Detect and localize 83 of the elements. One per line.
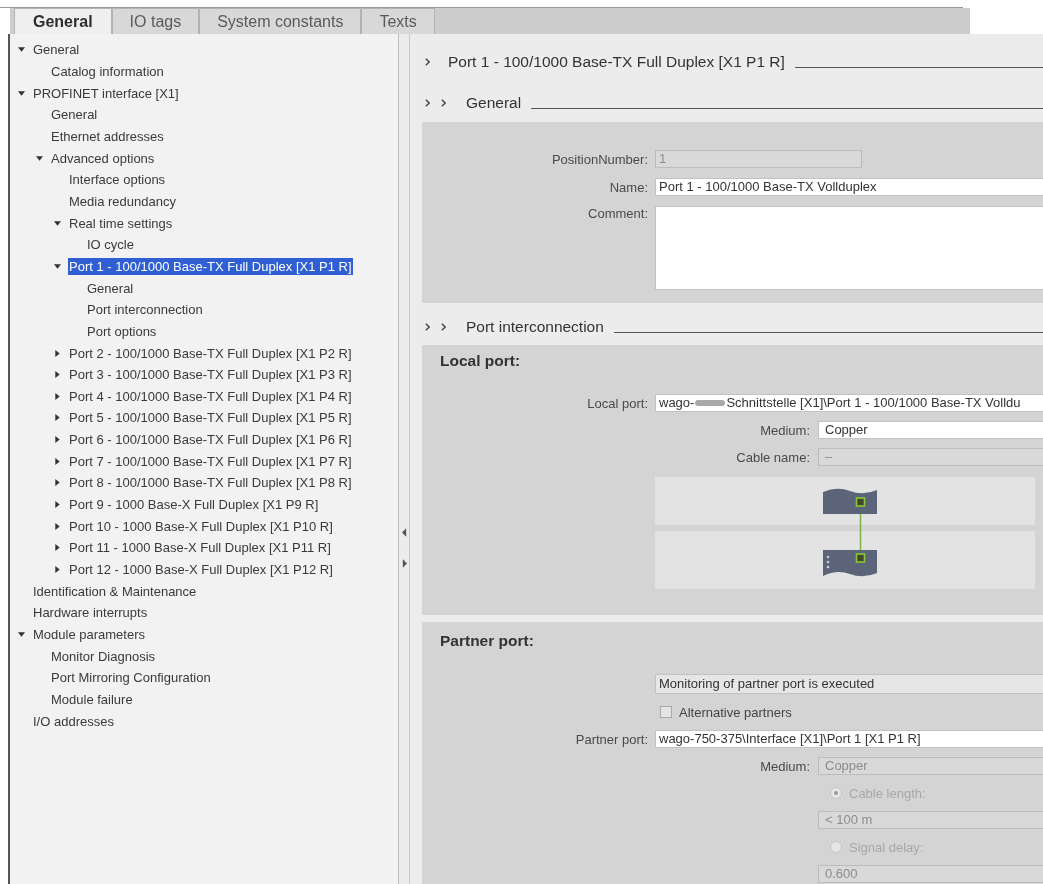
tree-item[interactable]: Monitor Diagnosis	[50, 647, 157, 665]
properties-tab[interactable]: Texts	[361, 8, 435, 34]
properties-tab[interactable]: General	[14, 8, 112, 34]
caret-down-icon[interactable]	[18, 631, 25, 639]
tree-item[interactable]: Real time settings	[68, 214, 174, 232]
text-field[interactable]: wago- Schnittstelle [X1]\Port 1 - 100/1000 Base-TX Volldu	[655, 394, 1043, 412]
tree-item[interactable]: Port 4 - 100/1000 Base-TX Full Duplex [X1 P4 R]	[68, 387, 353, 405]
chevron-right-icon[interactable]	[441, 323, 446, 331]
text-field[interactable]: Copper	[818, 421, 1043, 439]
caret-right-icon[interactable]	[54, 501, 61, 509]
dropdown-field[interactable]: Monitoring of partner port is executed	[655, 674, 1043, 694]
checkbox[interactable]	[660, 706, 672, 718]
tree-item[interactable]: Advanced options	[50, 149, 156, 167]
tree-item[interactable]: Port 9 - 1000 Base-X Full Duplex [X1 P9 R]	[68, 496, 320, 514]
field-label: Medium:	[760, 758, 810, 774]
caret-right-icon[interactable]	[54, 457, 61, 465]
properties-tab[interactable]: System constants	[199, 8, 362, 34]
properties-tab[interactable]: IO tags	[111, 8, 200, 34]
tree-item[interactable]: IO cycle	[86, 236, 135, 254]
caret-right-icon[interactable]	[54, 479, 61, 487]
group-title: Partner port:	[439, 632, 535, 650]
field-label: Partner port:	[575, 731, 648, 747]
tree-item[interactable]: Port Mirroring Configuration	[50, 669, 212, 687]
caret-right-icon[interactable]	[54, 414, 61, 422]
caret-down-icon[interactable]	[18, 46, 25, 54]
caret-down-icon[interactable]	[36, 154, 43, 162]
tree-item[interactable]: Port 3 - 100/1000 Base-TX Full Duplex [X1 P3 R]	[68, 366, 353, 384]
chevron-right-icon[interactable]	[425, 58, 430, 66]
field-label: Medium:	[760, 422, 810, 438]
chevron-right-icon[interactable]	[425, 99, 430, 107]
tree-item[interactable]: Identification & Maintenance	[32, 582, 198, 600]
chevron-right-icon[interactable]	[425, 323, 430, 331]
text-field[interactable]: wago-750-375\Interface [X1]\Port 1 [X1 P1 R]	[655, 730, 1043, 748]
tree-item[interactable]: General	[50, 106, 99, 124]
tree-item[interactable]: Hardware interrupts	[32, 604, 149, 622]
tree-item[interactable]: General	[86, 279, 135, 297]
tree-item[interactable]: Port 12 - 1000 Base-X Full Duplex [X1 P12 R]	[68, 561, 334, 579]
device-icon[interactable]	[823, 488, 877, 514]
device-icon[interactable]	[823, 550, 877, 577]
caret-right-icon[interactable]	[54, 392, 61, 400]
caret-right-icon[interactable]	[54, 371, 61, 379]
tree-item[interactable]: Port 2 - 100/1000 Base-TX Full Duplex [X1 P2 R]	[68, 344, 353, 362]
caret-down-icon[interactable]	[18, 89, 25, 97]
tree-item[interactable]: Catalog information	[50, 63, 165, 80]
expand-right-icon[interactable]	[401, 559, 407, 568]
tree-item[interactable]: General	[32, 41, 81, 59]
tree-item[interactable]: Media redundancy	[68, 192, 177, 210]
section-title: Port 1 - 100/1000 Base-TX Full Duplex [X1 P1 R]	[448, 53, 785, 71]
collapse-left-icon[interactable]	[401, 528, 407, 537]
connection-line	[859, 513, 862, 551]
field-label: Name:	[609, 179, 648, 195]
section-title: General	[466, 94, 522, 112]
field-label: PositionNumber:	[551, 151, 648, 167]
tree-item[interactable]: Port 5 - 100/1000 Base-TX Full Duplex [X1 P5 R]	[68, 409, 353, 427]
tree-item[interactable]: Ethernet addresses	[50, 127, 165, 145]
tree-item[interactable]: Port 11 - 1000 Base-X Full Duplex [X1 P11 R]	[68, 539, 332, 557]
group-title: Local port:	[439, 352, 522, 370]
tree-item[interactable]: Module parameters	[32, 626, 146, 644]
tree-item[interactable]: Interface options	[68, 171, 167, 189]
caret-right-icon[interactable]	[54, 566, 61, 574]
field-label: Local port:	[587, 395, 648, 411]
caret-right-icon[interactable]	[54, 544, 61, 552]
tree-item[interactable]: Port 6 - 100/1000 Base-TX Full Duplex [X1 P6 R]	[68, 431, 353, 449]
section-title: Port interconnection	[466, 318, 604, 336]
caret-right-icon[interactable]	[54, 436, 61, 444]
tree-item[interactable]: Port 1 - 100/1000 Base-TX Full Duplex [X1 P1 R]	[68, 257, 353, 275]
tree-item[interactable]: PROFINET interface [X1]	[32, 84, 180, 102]
tree-item[interactable]: I/O addresses	[32, 712, 115, 730]
chevron-right-icon[interactable]	[441, 99, 446, 107]
caret-down-icon[interactable]	[54, 219, 61, 227]
tree-item[interactable]: Port options	[86, 322, 158, 340]
checkbox-label: Alternative partners	[679, 704, 792, 720]
tree-item[interactable]: Port 8 - 100/1000 Base-TX Full Duplex [X1 P8 R]	[68, 474, 353, 492]
caret-down-icon[interactable]	[54, 262, 61, 270]
caret-right-icon[interactable]	[54, 522, 61, 530]
field-label: Comment:	[588, 206, 648, 221]
text-field[interactable]: Port 1 - 100/1000 Base-TX Vollduplex	[655, 178, 1043, 196]
caret-right-icon[interactable]	[54, 349, 61, 357]
tree-item[interactable]: Port 10 - 1000 Base-X Full Duplex [X1 P10 R]	[68, 517, 334, 535]
tree-item[interactable]: Port 7 - 100/1000 Base-TX Full Duplex [X1 P7 R]	[68, 452, 353, 470]
tree-item[interactable]: Module failure	[50, 691, 134, 708]
field-label: Cable name:	[736, 449, 810, 465]
tree-item[interactable]: Port interconnection	[86, 301, 204, 319]
